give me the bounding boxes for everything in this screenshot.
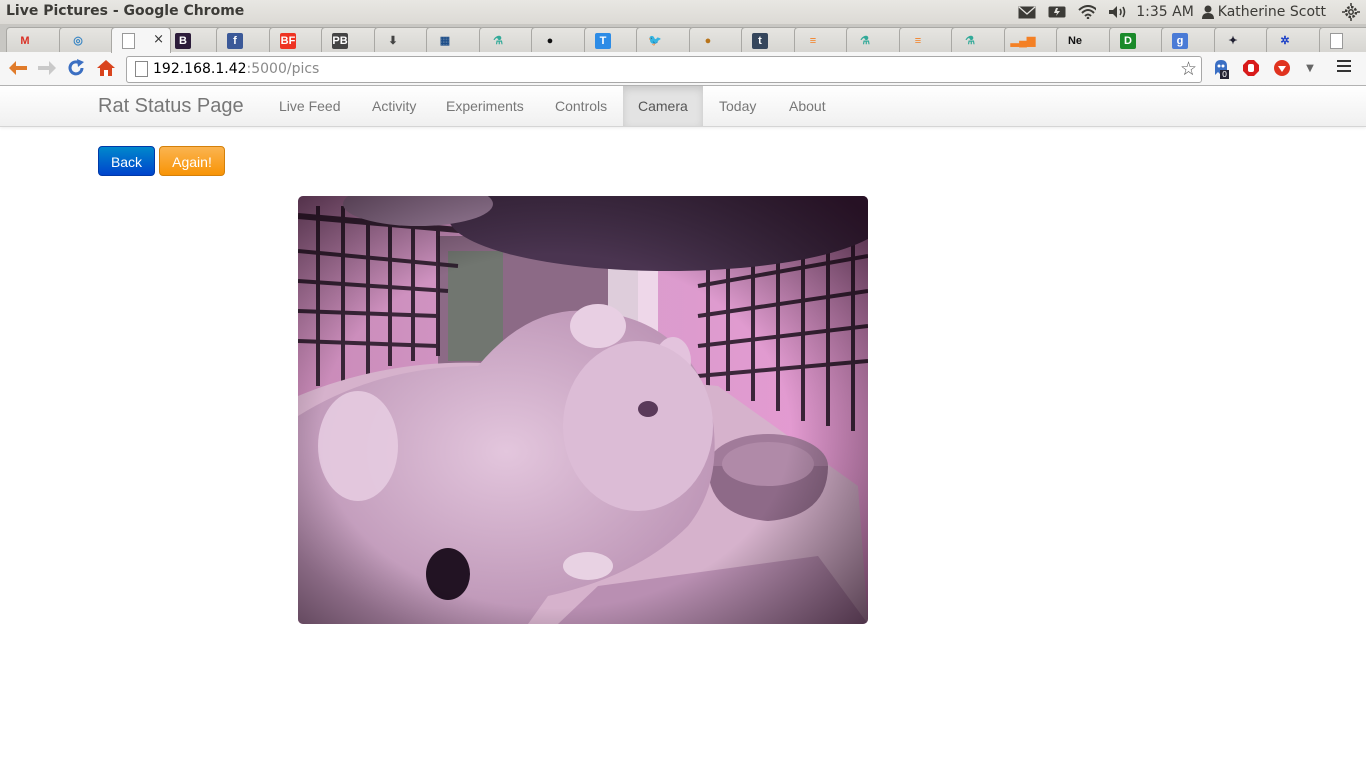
stackoverflow-2-favicon-icon: ≡ [914, 34, 922, 47]
user-name: Katherine Scott [1217, 4, 1326, 20]
chrome-menu-icon[interactable] [1337, 60, 1351, 75]
back-arrow-icon[interactable] [7, 58, 29, 78]
tab-gear-app[interactable]: ✲ [1266, 27, 1324, 53]
site-navbar: Rat Status Page Live Feed Activity Exper… [0, 86, 1366, 127]
tumblr-favicon-icon: t [752, 32, 768, 49]
bookmark-star-icon[interactable]: ☆ [1180, 58, 1197, 80]
clock[interactable]: 1:35 AM [1136, 4, 1194, 20]
tab-download[interactable]: ⬇ [374, 27, 432, 53]
signal-bars-favicon-icon: ▂▄▆ [1010, 35, 1036, 47]
nav-camera[interactable]: Camera [623, 86, 703, 126]
wifi-icon[interactable] [1078, 4, 1097, 20]
tab-buzzfeed[interactable]: BF [269, 27, 327, 53]
chrome-web-favicon-icon: ◎ [73, 35, 83, 47]
github-favicon-icon: ● [546, 34, 554, 47]
tab-d-app[interactable]: D [1109, 27, 1167, 53]
url-path: :5000/pics [246, 61, 320, 77]
nav-controls[interactable]: Controls [540, 86, 622, 126]
tab-flask-2[interactable]: ⚗ [846, 27, 904, 53]
flask-3-favicon-icon: ⚗ [965, 35, 975, 47]
tab-gmail[interactable]: M [6, 27, 64, 53]
camera-photo [298, 196, 868, 624]
tab-grid-app[interactable]: ▦ [426, 27, 484, 53]
t-app-favicon-icon: T [595, 32, 611, 49]
user-menu[interactable]: Katherine Scott [1201, 4, 1326, 20]
nav-activity[interactable]: Activity [357, 86, 431, 126]
tab-flask-1[interactable]: ⚗ [479, 27, 537, 53]
tab-google-plus[interactable]: g [1161, 27, 1219, 53]
mail-icon[interactable] [1018, 4, 1036, 20]
extension-ghost-icon[interactable]: 0 [1212, 59, 1230, 79]
tab-burger[interactable]: ● [689, 27, 747, 53]
nav-live-feed[interactable]: Live Feed [264, 86, 355, 126]
nav-today[interactable]: Today [704, 86, 771, 126]
blank-page-favicon-icon [1330, 32, 1343, 49]
adblock-icon[interactable] [1242, 59, 1260, 77]
tab-close-icon[interactable]: × [153, 32, 164, 47]
art-app-favicon-icon: ✦ [1228, 35, 1238, 47]
url-host: 192.168.1.42 [153, 61, 247, 77]
settings-gear-icon[interactable] [1342, 3, 1360, 21]
tab-chrome-web[interactable]: ◎ [59, 27, 117, 53]
tab-stackoverflow-2[interactable]: ≡ [899, 27, 957, 53]
gmail-favicon-icon: M [20, 34, 30, 47]
tab-strip: M ◎ × Bf BF PB ⬇ ▦ ⚗ ● T 🐦 ● t ≡ ⚗ ≡ ⚗ ▂▄▆ Ne Dg ✦ ✲ [0, 25, 1366, 53]
os-top-bar: Live Pictures - Google Chrome 1:35 AM Ka… [0, 0, 1366, 25]
tab-signal-bars[interactable]: ▂▄▆ [1004, 27, 1062, 53]
pb-favicon-icon: PB [332, 32, 348, 49]
grid-app-favicon-icon: ▦ [439, 35, 451, 47]
ne-favicon-icon: Ne [1067, 34, 1083, 47]
stackoverflow-1-favicon-icon: ≡ [809, 34, 817, 47]
reload-icon[interactable] [65, 58, 87, 78]
user-icon [1201, 5, 1214, 19]
twitter-favicon-icon: 🐦 [648, 35, 662, 47]
tab-tumblr[interactable]: t [741, 27, 799, 53]
extension-dropdown-icon[interactable]: ▼ [1301, 59, 1319, 77]
browser-toolbar: 192.168.1.42:5000/pics ☆ 0 ▼ [0, 52, 1366, 86]
brand-title[interactable]: Rat Status Page [98, 95, 244, 118]
tab-live-pictures[interactable]: × [111, 27, 171, 53]
ext-badge: 0 [1220, 70, 1230, 79]
home-icon[interactable] [95, 58, 117, 78]
battery-icon[interactable] [1048, 4, 1066, 20]
forward-arrow-icon[interactable] [36, 58, 58, 78]
again-button[interactable]: Again! [159, 146, 225, 176]
buzzfeed-favicon-icon: BF [280, 32, 296, 49]
gear-app-favicon-icon: ✲ [1280, 35, 1290, 47]
tab-blank-page[interactable] [1319, 27, 1366, 53]
back-button[interactable]: Back [98, 146, 155, 176]
nav-experiments[interactable]: Experiments [431, 86, 539, 126]
tab-ne[interactable]: Ne [1056, 27, 1114, 53]
tab-t-app[interactable]: T [584, 27, 642, 53]
url-text[interactable]: 192.168.1.42:5000/pics [153, 61, 319, 77]
flask-2-favicon-icon: ⚗ [860, 35, 870, 47]
download-favicon-icon: ⬇ [388, 35, 398, 47]
tab-flask-3[interactable]: ⚗ [951, 27, 1009, 53]
tab-art-app[interactable]: ✦ [1214, 27, 1272, 53]
d-app-favicon-icon: D [1120, 32, 1136, 49]
page-icon [135, 61, 148, 77]
tab-pb[interactable]: PB [321, 27, 379, 53]
rat-cage-photo [298, 196, 868, 624]
volume-icon[interactable] [1108, 4, 1126, 20]
nav-about[interactable]: About [774, 86, 841, 126]
tab-facebook[interactable]: f [216, 27, 274, 53]
tab-twitter[interactable]: 🐦 [636, 27, 694, 53]
window-title: Live Pictures - Google Chrome [6, 3, 245, 19]
burger-favicon-icon: ● [704, 34, 712, 47]
facebook-favicon-icon: f [227, 32, 243, 49]
bootstrap-favicon-icon: B [175, 32, 191, 49]
tab-github[interactable]: ● [531, 27, 589, 53]
live-pictures-favicon-icon [122, 32, 135, 49]
google-plus-favicon-icon: g [1172, 32, 1188, 49]
opera-red-icon[interactable] [1273, 59, 1291, 77]
address-bar[interactable]: 192.168.1.42:5000/pics ☆ [126, 56, 1202, 83]
tab-bootstrap[interactable]: B [164, 27, 222, 53]
tab-stackoverflow-1[interactable]: ≡ [794, 27, 852, 53]
flask-1-favicon-icon: ⚗ [493, 35, 503, 47]
